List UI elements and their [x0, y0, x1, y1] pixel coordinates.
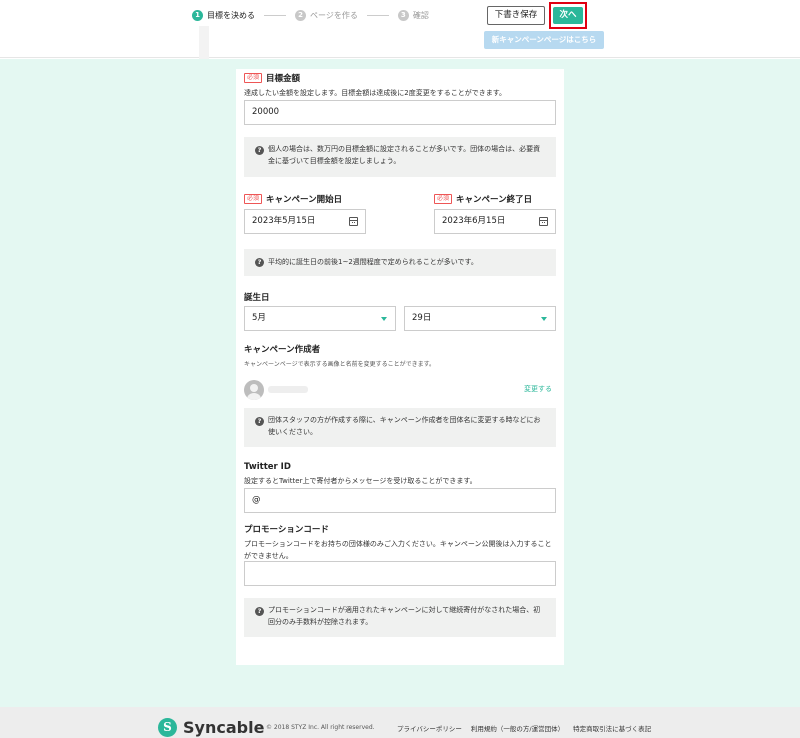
footer: S Syncable © 2018 STYZ Inc. All right re…: [0, 707, 800, 738]
twitter-description: 設定するとTwitter上で寄付者からメッセージを受け取ることができます。: [244, 477, 477, 485]
creator-name-blurred: [268, 386, 308, 393]
step-2: 2 ページを作る: [295, 10, 358, 21]
goal-label-row: 必須 目標金額: [244, 72, 300, 84]
creator-info-box: ? 団体スタッフの方が作成する際に、キャンペーン作成者を団体名に変更する時などに…: [244, 408, 556, 447]
creator-label: キャンペーン作成者: [244, 345, 321, 355]
start-date-label: キャンペーン開始日: [266, 195, 343, 205]
dates-info-text: 平均的に誕生日の前後1~2週間程度で定められることが多いです。: [268, 258, 478, 266]
start-date-value: 2023年5月15日: [252, 216, 316, 226]
promo-description: プロモーションコードをお持ちの団体様のみご入力ください。キャンペーン公開後は入力…: [244, 540, 552, 560]
end-date-input[interactable]: 2023年6月15日: [434, 209, 556, 234]
calendar-icon[interactable]: [349, 217, 358, 226]
syncable-logo-text[interactable]: Syncable: [183, 718, 264, 737]
step-1-label: 目標を決める: [207, 11, 255, 20]
goal-label: 目標金額: [266, 74, 301, 84]
header: 1 目標を決める 2 ページを作る 3 確認 下書き保存 次へ 新キャンペーンペ…: [0, 0, 800, 59]
privacy-policy-link[interactable]: プライバシーポリシー: [397, 723, 462, 733]
step-1-number: 1: [192, 10, 203, 21]
avatar-icon: [244, 380, 264, 400]
dates-info-box: ? 平均的に誕生日の前後1~2週間程度で定められることが多いです。: [244, 249, 556, 276]
birthday-day-value: 29日: [412, 313, 432, 323]
end-date-value: 2023年6月15日: [442, 216, 506, 226]
required-badge: 必須: [244, 73, 263, 83]
required-badge: 必須: [244, 194, 263, 204]
calendar-icon[interactable]: [539, 217, 548, 226]
step-2-number: 2: [295, 10, 306, 21]
twitter-label: Twitter ID: [244, 462, 291, 472]
terms-link[interactable]: 利用規約（一般の方/運営団体）: [471, 723, 564, 733]
birthday-month-select[interactable]: 5月: [244, 306, 396, 331]
footer-links: プライバシーポリシー 利用規約（一般の方/運営団体） 特定商取引法に基づく表記: [397, 723, 651, 733]
goal-info-text: 個人の場合は、数万円の目標金額に設定されることが多いです。団体の場合は、必要資金…: [268, 145, 541, 165]
caret-down-icon: [541, 317, 547, 321]
birthday-label: 誕生日: [244, 293, 270, 303]
required-badge: 必須: [434, 194, 453, 204]
help-icon: ?: [255, 607, 264, 616]
goal-description: 達成したい金額を設定します。目標金額は達成後に2度変更をすることができます。: [244, 89, 507, 97]
promo-code-input[interactable]: [244, 561, 556, 586]
step-2-label: ページを作る: [310, 11, 358, 20]
creator-description: キャンペーンページで表示する画像と名前を変更することができます。: [244, 361, 435, 368]
step-divider: [264, 15, 286, 16]
next-button-highlight: 次へ: [549, 2, 587, 29]
step-divider: [366, 15, 389, 16]
start-date-label-row: 必須 キャンペーン開始日: [244, 193, 342, 205]
birthday-month-value: 5月: [252, 313, 266, 323]
help-icon: ?: [255, 417, 264, 426]
step-3-label: 確認: [412, 11, 429, 20]
promo-info-text: プロモーションコードが適用されたキャンペーンに対して継続寄付がなされた場合、初回…: [268, 606, 541, 626]
save-draft-button[interactable]: 下書き保存: [487, 6, 545, 25]
step-indicator: 1 目標を決める 2 ページを作る 3 確認: [192, 10, 429, 21]
creator-info-text: 団体スタッフの方が作成する際に、キャンペーン作成者を団体名に変更する時などにお使…: [268, 416, 541, 436]
help-icon: ?: [255, 258, 264, 267]
twitter-id-input[interactable]: @: [244, 488, 556, 513]
goal-info-box: ? 個人の場合は、数万円の目標金額に設定されることが多いです。団体の場合は、必要…: [244, 137, 556, 177]
commercial-law-link[interactable]: 特定商取引法に基づく表記: [573, 723, 651, 733]
step-1: 1 目標を決める: [192, 10, 255, 21]
decorative-strip: [199, 26, 209, 59]
copyright: © 2018 STYZ Inc. All right reserved.: [266, 724, 375, 731]
new-campaign-page-button[interactable]: 新キャンペーンページはこちら: [484, 31, 604, 49]
goal-amount-input[interactable]: 20000: [244, 100, 556, 125]
caret-down-icon: [381, 317, 387, 321]
promo-label: プロモーションコード: [244, 525, 329, 535]
step-3-number: 3: [397, 10, 409, 21]
syncable-logo-icon[interactable]: S: [158, 718, 177, 737]
birthday-day-select[interactable]: 29日: [404, 306, 556, 331]
next-button[interactable]: 次へ: [553, 7, 583, 24]
step-3: 3 確認: [397, 10, 429, 21]
help-icon: ?: [255, 146, 264, 155]
end-date-label-row: 必須 キャンペーン終了日: [434, 193, 532, 205]
promo-info-box: ? プロモーションコードが適用されたキャンペーンに対して継続寄付がなされた場合、…: [244, 598, 556, 637]
change-creator-link[interactable]: 変更する: [524, 384, 552, 394]
end-date-label: キャンペーン終了日: [456, 195, 533, 205]
start-date-input[interactable]: 2023年5月15日: [244, 209, 366, 234]
